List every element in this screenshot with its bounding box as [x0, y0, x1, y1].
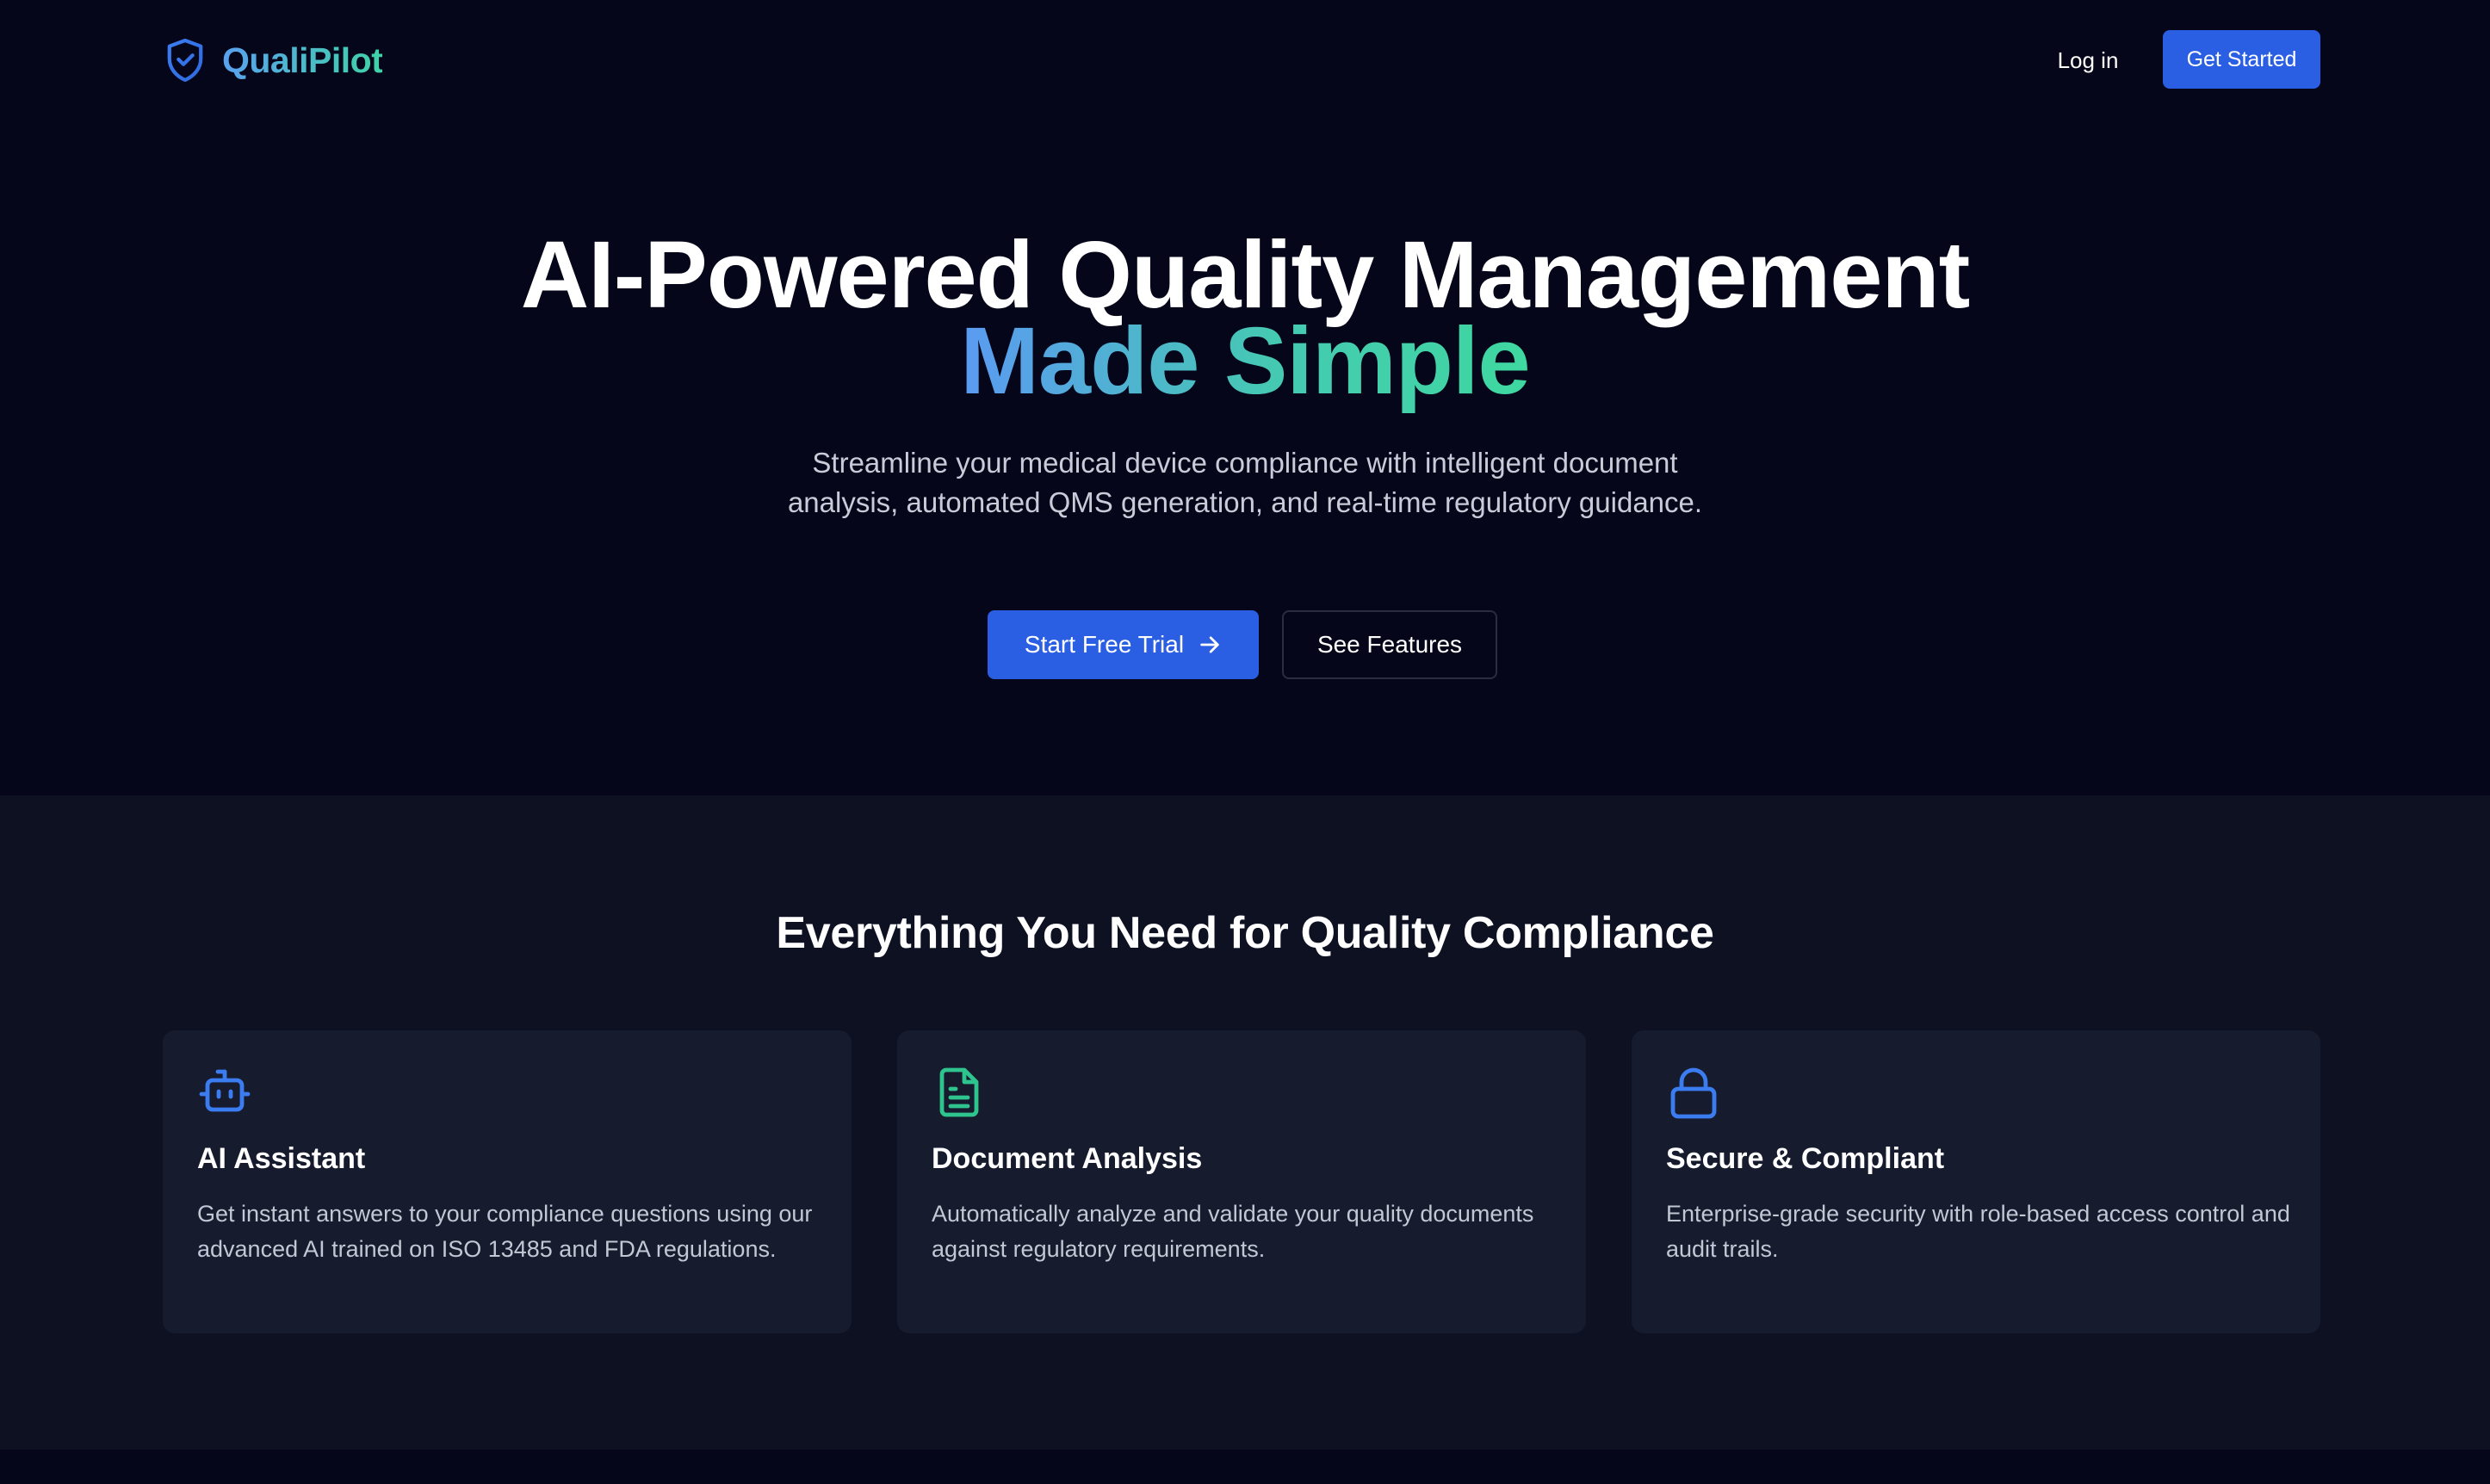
start-free-trial-label: Start Free Trial [1024, 631, 1185, 658]
lock-icon [1670, 1067, 1717, 1119]
document-icon [939, 1067, 979, 1117]
feature-card-title: AI Assistant [197, 1142, 366, 1175]
hero-title-accent-text: Made Simple [960, 308, 1530, 414]
login-link[interactable]: Log in [2049, 41, 2127, 79]
page-bottom-strip [0, 1450, 2490, 1484]
shield-check-icon [167, 38, 203, 83]
feature-card-title: Document Analysis [932, 1142, 1203, 1175]
feature-card-secure-compliant: Secure & Compliant Enterprise-grade secu… [1632, 1030, 2320, 1333]
hero-actions: Start Free Trial See Features [988, 610, 1497, 679]
arrow-right-icon [1200, 636, 1219, 653]
feature-card-title: Secure & Compliant [1666, 1142, 1945, 1175]
site-header: QualiPilot Log in Get Started [0, 0, 2490, 121]
features-section: Everything You Need for Quality Complian… [0, 795, 2490, 1450]
brand-name: QualiPilot [222, 40, 383, 80]
see-features-button[interactable]: See Features [1282, 610, 1497, 679]
hero-title-accent: Made Simple [0, 314, 2490, 409]
hero-title: AI-Powered Quality Management [520, 222, 1970, 328]
feature-card-description: Automatically analyze and validate your … [932, 1201, 1534, 1262]
feature-card-description: Get instant answers to your compliance q… [197, 1201, 813, 1262]
bot-icon [199, 1069, 251, 1112]
feature-card-description: Enterprise-grade security with role-base… [1666, 1201, 2290, 1262]
features-heading: Everything You Need for Quality Complian… [776, 908, 1714, 958]
feature-card-ai-assistant: AI Assistant Get instant answers to your… [163, 1030, 852, 1333]
hero-section: AI-Powered Quality Management Made Simpl… [0, 121, 2490, 795]
start-free-trial-button[interactable]: Start Free Trial [988, 610, 1259, 679]
hero-subtitle: Streamline your medical device complianc… [787, 447, 1703, 518]
brand-logo[interactable]: QualiPilot [165, 34, 383, 86]
feature-card-document-analysis: Document Analysis Automatically analyze … [897, 1030, 1586, 1333]
get-started-button[interactable]: Get Started [2163, 30, 2320, 89]
